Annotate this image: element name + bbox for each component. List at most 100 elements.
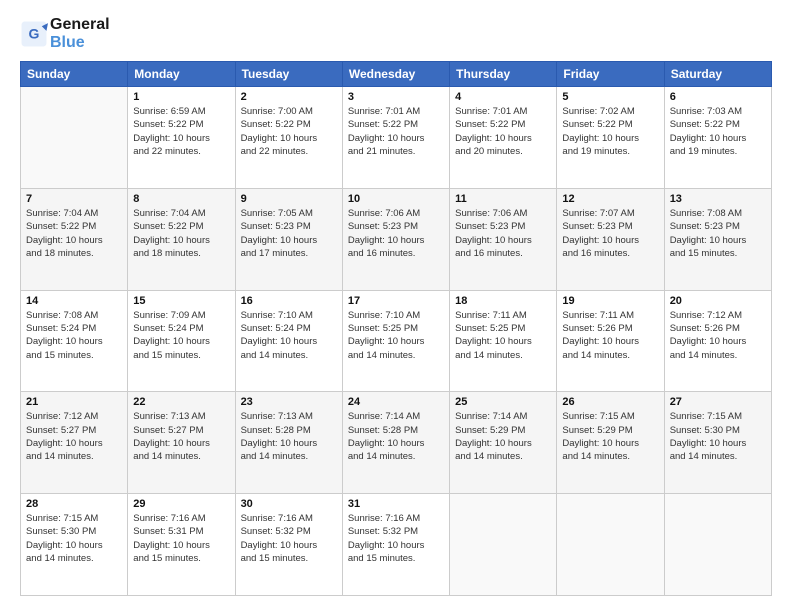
day-number: 28 <box>26 498 122 510</box>
day-info: Sunrise: 7:14 AM Sunset: 5:29 PM Dayligh… <box>455 410 551 463</box>
day-info: Sunrise: 7:10 AM Sunset: 5:24 PM Dayligh… <box>241 309 337 362</box>
day-number: 26 <box>562 396 658 408</box>
calendar-week-5: 28 Sunrise: 7:15 AM Sunset: 5:30 PM Dayli… <box>21 494 772 596</box>
day-number: 4 <box>455 91 551 103</box>
calendar-day-20: 20 Sunrise: 7:12 AM Sunset: 5:26 PM Dayli… <box>664 290 771 392</box>
calendar-day-24: 24 Sunrise: 7:14 AM Sunset: 5:28 PM Dayli… <box>342 392 449 494</box>
weekday-header-thursday: Thursday <box>450 62 557 87</box>
weekday-header-monday: Monday <box>128 62 235 87</box>
calendar-day-3: 3 Sunrise: 7:01 AM Sunset: 5:22 PM Daylig… <box>342 87 449 189</box>
calendar-day-19: 19Sunrise: 7:11 AM Sunset: 5:26 PM Dayli… <box>557 290 664 392</box>
day-info: Sunrise: 7:04 AM Sunset: 5:22 PM Dayligh… <box>133 207 229 260</box>
day-info: Sunrise: 7:12 AM Sunset: 5:27 PM Dayligh… <box>26 410 122 463</box>
day-number: 21 <box>26 396 122 408</box>
calendar-day-29: 29Sunrise: 7:16 AM Sunset: 5:31 PM Dayli… <box>128 494 235 596</box>
calendar-week-1: 1 Sunrise: 6:59 AM Sunset: 5:22 PM Daylig… <box>21 87 772 189</box>
day-info: Sunrise: 7:10 AM Sunset: 5:25 PM Dayligh… <box>348 309 444 362</box>
day-info: Sunrise: 7:06 AM Sunset: 5:23 PM Dayligh… <box>348 207 444 260</box>
day-info: Sunrise: 7:01 AM Sunset: 5:22 PM Dayligh… <box>455 105 551 158</box>
day-info: Sunrise: 7:12 AM Sunset: 5:26 PM Dayligh… <box>670 309 766 362</box>
calendar-day-27: 27 Sunrise: 7:15 AM Sunset: 5:30 PM Dayli… <box>664 392 771 494</box>
calendar-day-1: 1 Sunrise: 6:59 AM Sunset: 5:22 PM Daylig… <box>128 87 235 189</box>
calendar-day-12: 12Sunrise: 7:07 AM Sunset: 5:23 PM Dayli… <box>557 188 664 290</box>
calendar-day-31: 31 Sunrise: 7:16 AM Sunset: 5:32 PM Dayli… <box>342 494 449 596</box>
day-number: 1 <box>133 91 229 103</box>
day-number: 13 <box>670 193 766 205</box>
svg-text:G: G <box>29 25 40 41</box>
day-info: Sunrise: 7:16 AM Sunset: 5:32 PM Dayligh… <box>348 512 444 565</box>
calendar-week-4: 21 Sunrise: 7:12 AM Sunset: 5:27 PM Dayli… <box>21 392 772 494</box>
calendar-day-13: 13 Sunrise: 7:08 AM Sunset: 5:23 PM Dayli… <box>664 188 771 290</box>
day-number: 22 <box>133 396 229 408</box>
day-info: Sunrise: 6:59 AM Sunset: 5:22 PM Dayligh… <box>133 105 229 158</box>
day-number: 9 <box>241 193 337 205</box>
day-number: 20 <box>670 295 766 307</box>
day-number: 18 <box>455 295 551 307</box>
day-number: 3 <box>348 91 444 103</box>
calendar-day-6: 6Sunrise: 7:03 AM Sunset: 5:22 PM Daylig… <box>664 87 771 189</box>
day-info: Sunrise: 7:09 AM Sunset: 5:24 PM Dayligh… <box>133 309 229 362</box>
day-info: Sunrise: 7:14 AM Sunset: 5:28 PM Dayligh… <box>348 410 444 463</box>
day-number: 5 <box>562 91 658 103</box>
calendar-day-empty <box>21 87 128 189</box>
calendar-day-16: 16Sunrise: 7:10 AM Sunset: 5:24 PM Dayli… <box>235 290 342 392</box>
day-info: Sunrise: 7:04 AM Sunset: 5:22 PM Dayligh… <box>26 207 122 260</box>
day-info: Sunrise: 7:05 AM Sunset: 5:23 PM Dayligh… <box>241 207 337 260</box>
day-info: Sunrise: 7:15 AM Sunset: 5:29 PM Dayligh… <box>562 410 658 463</box>
weekday-header-tuesday: Tuesday <box>235 62 342 87</box>
day-number: 30 <box>241 498 337 510</box>
calendar-day-9: 9 Sunrise: 7:05 AM Sunset: 5:23 PM Daylig… <box>235 188 342 290</box>
day-number: 27 <box>670 396 766 408</box>
calendar-day-14: 14 Sunrise: 7:08 AM Sunset: 5:24 PM Dayli… <box>21 290 128 392</box>
day-number: 24 <box>348 396 444 408</box>
day-number: 2 <box>241 91 337 103</box>
day-info: Sunrise: 7:13 AM Sunset: 5:27 PM Dayligh… <box>133 410 229 463</box>
day-info: Sunrise: 7:06 AM Sunset: 5:23 PM Dayligh… <box>455 207 551 260</box>
calendar-day-25: 25 Sunrise: 7:14 AM Sunset: 5:29 PM Dayli… <box>450 392 557 494</box>
day-number: 31 <box>348 498 444 510</box>
day-number: 8 <box>133 193 229 205</box>
day-info: Sunrise: 7:15 AM Sunset: 5:30 PM Dayligh… <box>670 410 766 463</box>
day-number: 14 <box>26 295 122 307</box>
calendar-day-28: 28 Sunrise: 7:15 AM Sunset: 5:30 PM Dayli… <box>21 494 128 596</box>
day-number: 10 <box>348 193 444 205</box>
calendar-week-3: 14 Sunrise: 7:08 AM Sunset: 5:24 PM Dayli… <box>21 290 772 392</box>
calendar-day-30: 30 Sunrise: 7:16 AM Sunset: 5:32 PM Dayli… <box>235 494 342 596</box>
day-info: Sunrise: 7:15 AM Sunset: 5:30 PM Dayligh… <box>26 512 122 565</box>
calendar-day-11: 11 Sunrise: 7:06 AM Sunset: 5:23 PM Dayli… <box>450 188 557 290</box>
header: G General Blue <box>20 16 772 51</box>
calendar-day-4: 4 Sunrise: 7:01 AM Sunset: 5:22 PM Daylig… <box>450 87 557 189</box>
day-info: Sunrise: 7:11 AM Sunset: 5:26 PM Dayligh… <box>562 309 658 362</box>
calendar-day-empty <box>664 494 771 596</box>
day-number: 23 <box>241 396 337 408</box>
logo: G General Blue <box>20 16 110 51</box>
day-info: Sunrise: 7:11 AM Sunset: 5:25 PM Dayligh… <box>455 309 551 362</box>
calendar-day-15: 15Sunrise: 7:09 AM Sunset: 5:24 PM Dayli… <box>128 290 235 392</box>
day-info: Sunrise: 7:16 AM Sunset: 5:31 PM Dayligh… <box>133 512 229 565</box>
day-info: Sunrise: 7:13 AM Sunset: 5:28 PM Dayligh… <box>241 410 337 463</box>
day-info: Sunrise: 7:08 AM Sunset: 5:23 PM Dayligh… <box>670 207 766 260</box>
day-info: Sunrise: 7:00 AM Sunset: 5:22 PM Dayligh… <box>241 105 337 158</box>
day-info: Sunrise: 7:08 AM Sunset: 5:24 PM Dayligh… <box>26 309 122 362</box>
day-info: Sunrise: 7:16 AM Sunset: 5:32 PM Dayligh… <box>241 512 337 565</box>
day-info: Sunrise: 7:03 AM Sunset: 5:22 PM Dayligh… <box>670 105 766 158</box>
day-number: 25 <box>455 396 551 408</box>
day-number: 7 <box>26 193 122 205</box>
weekday-header-sunday: Sunday <box>21 62 128 87</box>
calendar-day-8: 8 Sunrise: 7:04 AM Sunset: 5:22 PM Daylig… <box>128 188 235 290</box>
calendar-day-empty <box>450 494 557 596</box>
calendar-day-10: 10 Sunrise: 7:06 AM Sunset: 5:23 PM Dayli… <box>342 188 449 290</box>
day-info: Sunrise: 7:02 AM Sunset: 5:22 PM Dayligh… <box>562 105 658 158</box>
logo-text: General Blue <box>50 16 110 51</box>
calendar-day-7: 7 Sunrise: 7:04 AM Sunset: 5:22 PM Daylig… <box>21 188 128 290</box>
day-info: Sunrise: 7:07 AM Sunset: 5:23 PM Dayligh… <box>562 207 658 260</box>
calendar-day-17: 17Sunrise: 7:10 AM Sunset: 5:25 PM Dayli… <box>342 290 449 392</box>
day-info: Sunrise: 7:01 AM Sunset: 5:22 PM Dayligh… <box>348 105 444 158</box>
weekday-header-saturday: Saturday <box>664 62 771 87</box>
weekday-header-wednesday: Wednesday <box>342 62 449 87</box>
page: G General Blue SundayMondayTuesdayWednes… <box>0 0 792 612</box>
calendar-day-empty <box>557 494 664 596</box>
calendar-day-21: 21 Sunrise: 7:12 AM Sunset: 5:27 PM Dayli… <box>21 392 128 494</box>
day-number: 11 <box>455 193 551 205</box>
calendar-day-22: 22 Sunrise: 7:13 AM Sunset: 5:27 PM Dayli… <box>128 392 235 494</box>
